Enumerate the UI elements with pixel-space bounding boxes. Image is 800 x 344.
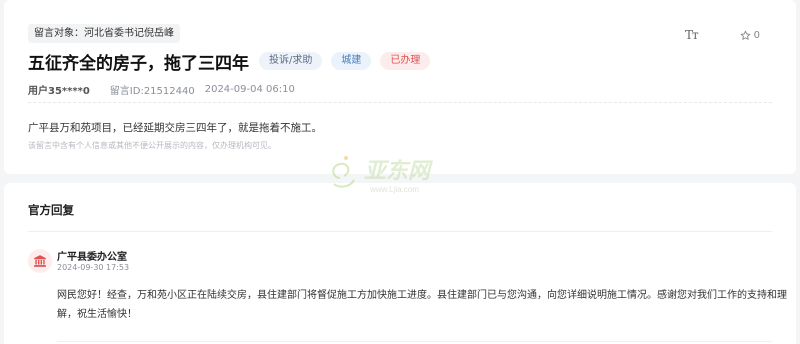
message-target-tag: 留言对象：河北省委书记倪岳峰 [28,24,180,43]
reply-datetime: 2024-09-30 17:53 [57,263,130,272]
message-user: 用户35****0 [28,85,90,97]
title-row: 五征齐全的房子，拖了三四年 投诉/求助 城建 已办理 [28,50,439,74]
category-badge: 城建 [331,52,372,70]
message-content: 广平县万和苑项目，已经延期交房三四年了，就是拖着不施工。 [28,122,322,134]
next-item-edge [57,341,772,342]
type-badge: 投诉/求助 [259,52,323,70]
font-size-icon[interactable]: Tт [685,28,699,42]
star-icon [740,30,750,40]
reply-text: 网民您好！经查，万和苑小区正在陆续交房，县住建部门将督促施工方加快施工进度。县住… [57,290,787,320]
watermark-domain: www.Ljia.com [369,185,419,194]
privacy-notice: 该留言中含有个人信息或其他不便公开展示的内容，仅办理机构可见。 [28,141,276,150]
star-count: 0 [753,29,760,41]
favorite-button[interactable]: 0 [740,30,760,41]
reply-card: 官方回复 广平县委办公室 2024-09-30 17:53 网民您好！经查，万和… [4,183,796,344]
government-building-icon [34,255,46,267]
message-title: 五征齐全的房子，拖了三四年 [28,53,249,74]
status-badge: 已办理 [380,52,431,70]
avatar [28,249,52,273]
reply-org-name: 广平县委办公室 [57,252,127,263]
watermark-logo: 亚东网 www.Ljia.com [332,156,433,194]
divider [28,102,772,103]
message-datetime: 2024-09-04 06:10 [204,83,295,95]
message-tools: Tт 0 [685,28,760,42]
watermark-brand: 亚东网 [364,158,433,183]
message-id: 留言ID:21512440 [109,85,195,97]
reply-section-title: 官方回复 [28,203,74,217]
message-meta: 用户35****0 留言ID:21512440 2024-09-04 06:10 [28,82,295,97]
reply-divider [28,231,772,232]
